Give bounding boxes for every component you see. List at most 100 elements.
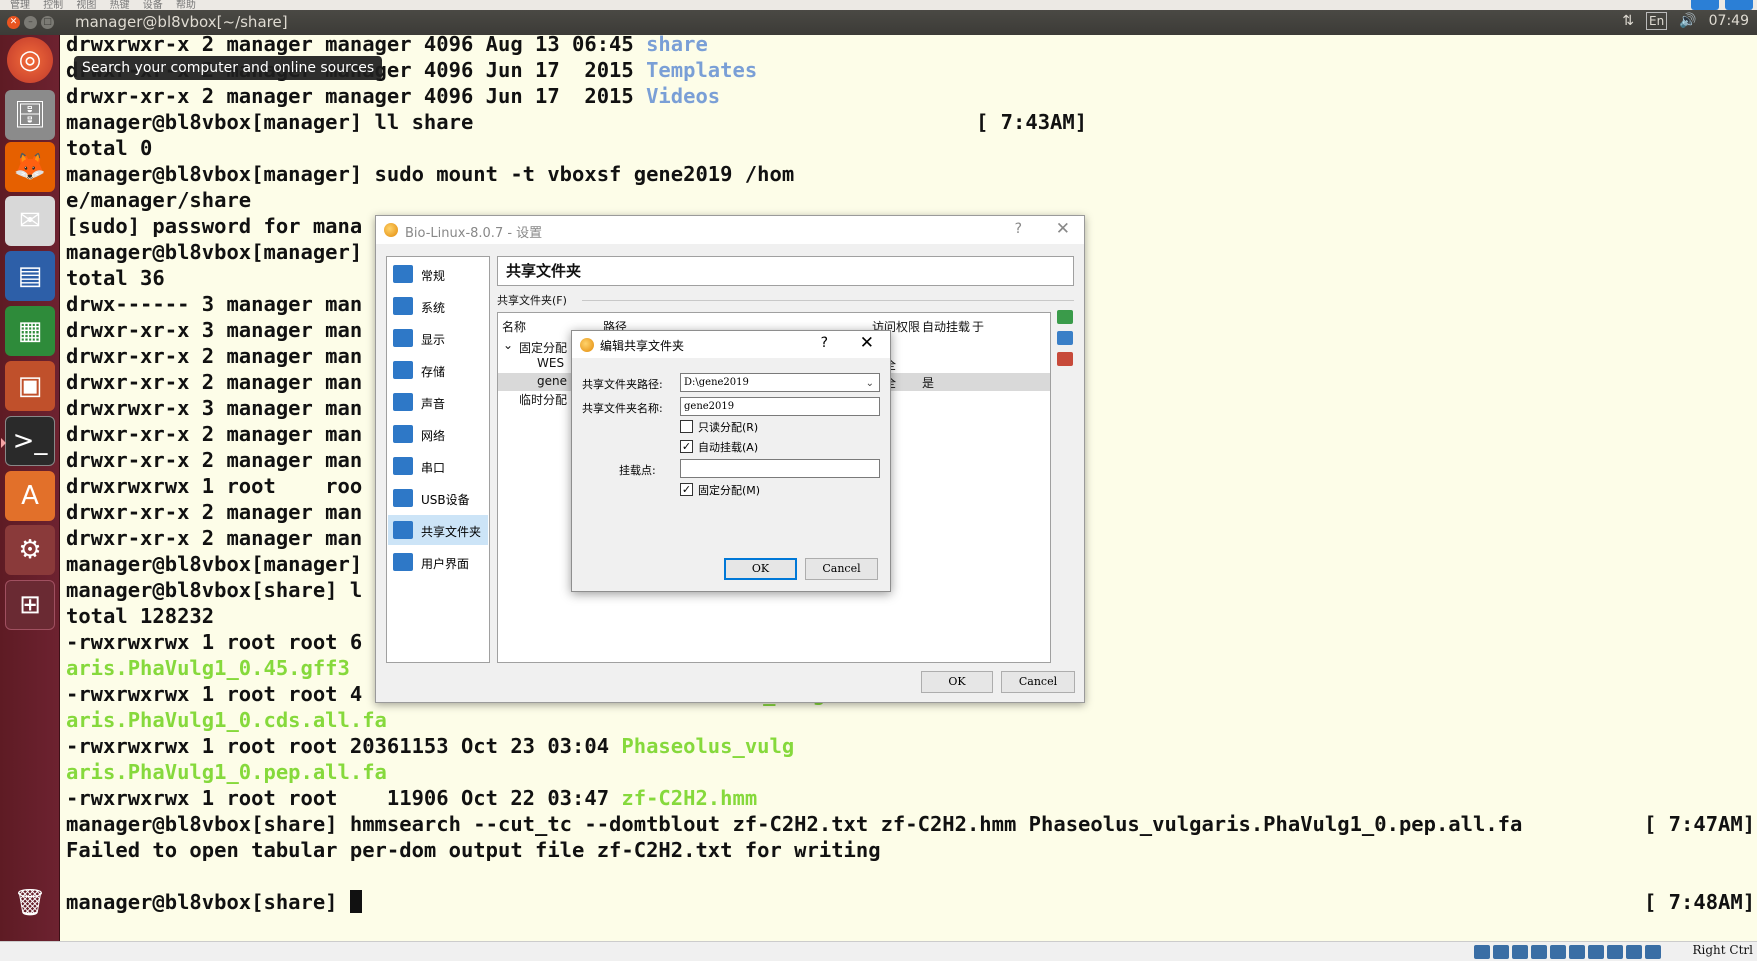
audio-icon[interactable]	[1512, 945, 1528, 959]
mount-point-field[interactable]	[680, 459, 880, 478]
nav-item[interactable]: 串口	[388, 451, 488, 481]
tree-group-temp[interactable]: 临时分配	[519, 391, 567, 408]
terminal-line: aris.PhaVulg1_0.45.gff3	[66, 655, 350, 681]
virtualbox-icon	[580, 338, 594, 352]
nav-item[interactable]: 共享文件夹	[388, 515, 488, 545]
help-button[interactable]: ?	[821, 335, 828, 351]
nav-item-label: 串口	[421, 461, 446, 475]
terminal-line: [sudo] password for mana	[66, 213, 362, 239]
remove-folder-icon[interactable]	[1057, 352, 1073, 366]
edit-folder-icon[interactable]	[1057, 331, 1073, 345]
shared-folder-icon[interactable]	[1569, 945, 1585, 959]
terminal-line: -rwxrwxrwx 1 root root 6	[66, 629, 362, 655]
terminal-filename: Videos	[646, 84, 721, 108]
writer-icon[interactable]: ▤	[5, 251, 55, 301]
ubuntu-dash-icon[interactable]: ◎	[7, 37, 53, 83]
terminal-line-text: manager@bl8vbox[share]	[66, 890, 350, 914]
terminal-icon[interactable]: >_	[1, 416, 55, 466]
column-header-automount[interactable]: 自动挂载	[922, 318, 970, 335]
close-button[interactable]: ✕	[1056, 219, 1070, 239]
checkbox-box[interactable]: ✓	[680, 483, 693, 496]
mouse-integration-icon[interactable]	[1645, 945, 1661, 959]
mail-icon[interactable]: ✉	[5, 196, 55, 246]
terminal-line-text: -rwxrwxrwx 1 root root 4	[66, 682, 363, 706]
host-menu-item[interactable]: 帮助	[176, 1, 196, 11]
terminal-line: drwxr-xr-x 2 manager man	[66, 499, 362, 525]
checkbox-box[interactable]	[680, 420, 693, 433]
nav-item[interactable]: 网络	[388, 419, 488, 449]
terminal-line: manager@bl8vbox[share]	[66, 889, 362, 915]
tree-group-fixed[interactable]: 固定分配	[519, 339, 567, 356]
software-center-icon[interactable]: A	[5, 471, 55, 521]
host-menu-item[interactable]: 视图	[76, 1, 96, 11]
recording-icon[interactable]	[1607, 945, 1623, 959]
terminal-line-text: [sudo] password for mana	[66, 214, 363, 238]
terminal-line-text: drwx------ 3 manager man	[66, 292, 363, 316]
minimize-icon[interactable]: –	[24, 16, 37, 29]
settings-titlebar[interactable]: Bio-Linux-8.0.7 - 设置 ? ✕	[376, 216, 1084, 244]
host-menu-item[interactable]: 热键	[110, 1, 130, 11]
terminal-line-text: manager@bl8vbox[manager] sudo mount -t v…	[66, 162, 795, 186]
nav-item[interactable]: 声音	[388, 387, 488, 417]
chevron-down-icon[interactable]: ⌄	[866, 375, 874, 392]
folder-name-field[interactable]: gene2019	[680, 397, 880, 416]
clock[interactable]: 07:49	[1709, 13, 1749, 29]
edit-dialog-titlebar[interactable]: 编辑共享文件夹 ? ✕	[572, 331, 890, 358]
updown-arrows-icon[interactable]: ⇅	[1622, 13, 1634, 29]
launcher-tooltip: Search your computer and online sources	[74, 56, 383, 80]
terminal-line-text: drwxr-xr-x 2 manager man	[66, 526, 363, 550]
terminal-line-text: drwxr-xr-x 3 manager man	[66, 318, 363, 342]
ok-button[interactable]: OK	[921, 671, 993, 693]
close-button[interactable]: ✕	[860, 333, 874, 353]
column-header-name[interactable]: 名称	[502, 318, 526, 335]
speaker-icon[interactable]: 🔊	[1679, 13, 1696, 29]
usb-icon[interactable]	[1550, 945, 1566, 959]
files-icon[interactable]: 🗄	[5, 90, 55, 140]
checkbox-box[interactable]: ✓	[680, 440, 693, 453]
nav-item-label: 用户界面	[421, 557, 470, 571]
keyboard-language-indicator[interactable]: En	[1646, 12, 1668, 30]
nav-item-label: 声音	[421, 397, 446, 411]
firefox-icon[interactable]: 🦊	[5, 142, 55, 192]
nav-item[interactable]: 存储	[388, 355, 488, 385]
page-title: 共享文件夹	[497, 256, 1074, 286]
disk-icon[interactable]	[1474, 945, 1490, 959]
terminal-line: Failed to open tabular per-dom output fi…	[66, 837, 881, 863]
terminal-line: -rwxrwxrwx 1 root root 11906 Oct 22 03:4…	[66, 785, 757, 811]
network-icon[interactable]	[1531, 945, 1547, 959]
cancel-button[interactable]: Cancel	[1001, 671, 1075, 693]
help-button[interactable]: ?	[1015, 221, 1022, 237]
tree-row-name[interactable]: WES	[537, 356, 564, 370]
nav-item-label: 系统	[421, 301, 446, 315]
cancel-button[interactable]: Cancel	[805, 558, 878, 580]
host-menu-item[interactable]: 设备	[143, 1, 163, 11]
nav-item[interactable]: 用户界面	[388, 547, 488, 577]
add-folder-icon[interactable]	[1057, 310, 1073, 324]
chevron-down-icon[interactable]: ⌄	[503, 338, 513, 352]
host-menu-item[interactable]: 管理	[10, 1, 30, 11]
terminal-filename: aris.PhaVulg1_0.cds.all.fa	[66, 708, 387, 732]
impress-icon[interactable]: ▣	[5, 361, 55, 411]
settings-icon[interactable]: ⚙	[5, 525, 55, 575]
terminal-line: drwxr-xr-x 2 manager manager 4096 Jun 17…	[66, 83, 720, 109]
trash-icon[interactable]: 🗑	[5, 878, 55, 928]
terminal-line: manager@bl8vbox[share] l	[66, 577, 362, 603]
nav-item[interactable]: 显示	[388, 323, 488, 353]
workspace-switcher-icon[interactable]: ⊞	[5, 580, 55, 630]
close-icon[interactable]: ✕	[7, 16, 20, 29]
group-divider	[582, 300, 1074, 301]
nav-item[interactable]: 常规	[388, 259, 488, 289]
nav-item[interactable]: 系统	[388, 291, 488, 321]
tree-row-name[interactable]: gene	[537, 374, 567, 388]
optical-drive-icon[interactable]	[1493, 945, 1509, 959]
calc-icon[interactable]: ▦	[5, 306, 55, 356]
folder-path-field[interactable]: D:\gene2019 ⌄	[680, 373, 880, 392]
column-header-at[interactable]: 于	[972, 318, 984, 335]
terminal-line-text: -rwxrwxrwx 1 root root 20361153 Oct 23 0…	[66, 734, 622, 758]
nav-item[interactable]: USB设备	[388, 483, 488, 513]
cpu-icon[interactable]	[1626, 945, 1642, 959]
ok-button[interactable]: OK	[724, 558, 797, 580]
display-icon[interactable]	[1588, 945, 1604, 959]
host-menu-item[interactable]: 控制	[43, 1, 63, 11]
maximize-icon[interactable]: □	[41, 16, 54, 29]
